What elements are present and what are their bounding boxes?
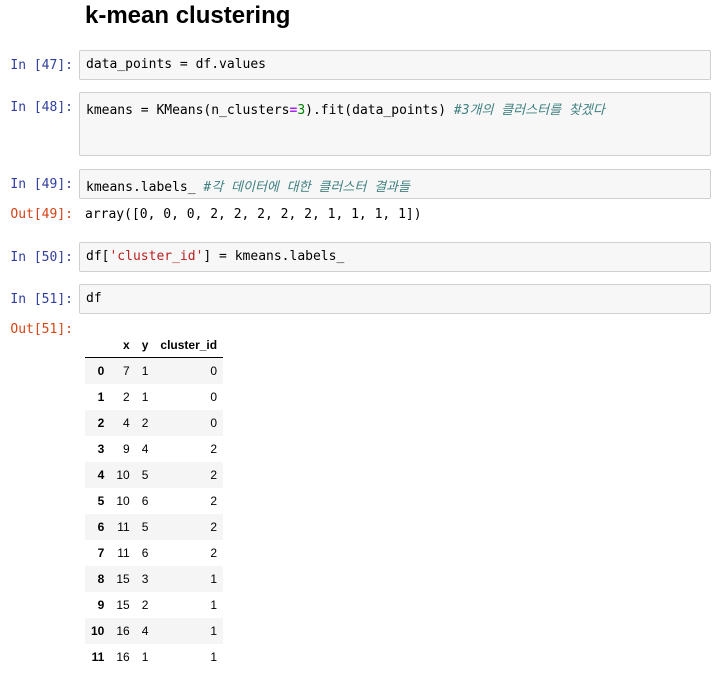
- column-header: [85, 333, 111, 358]
- input-prompt-51: In [51]:: [10, 292, 73, 307]
- dataframe-body: 0 7 1 0 1 2 1 0 2 4 2 0 3 9 4 2 4 10 5 2 5 10 6 2 6 11 5 2 7 11 6 2 8 15 3…: [85, 357, 224, 671]
- row-index: 7: [97, 546, 105, 560]
- code-cell-49[interactable]: kmeans.labels_ #각 데이터에 대한 클러스터 결과들: [79, 169, 711, 199]
- table-cell: 3: [141, 572, 149, 586]
- table-cell: 15: [116, 572, 130, 586]
- table-row: 3 94 2: [85, 436, 223, 462]
- table-row: 7 11 6 2: [85, 540, 223, 566]
- table-cell: 1: [210, 598, 218, 612]
- dataframe-table: x y cluster_id 0 7 1 0 1 2 1 0 2 4 2 0 3 9 4 2 4 10 5 2 5 10 6 2 6…: [85, 333, 224, 671]
- table-cell: 1: [141, 364, 149, 378]
- table-row: 5 10 6 2: [85, 488, 223, 514]
- table-cell: 15: [116, 598, 130, 612]
- row-index: 5: [97, 494, 105, 508]
- table-cell: 1: [210, 624, 218, 638]
- row-index: 2: [97, 416, 105, 430]
- column-header: y: [135, 333, 155, 358]
- code-token: kmeans.labels_: [86, 180, 204, 195]
- row-index: 10: [91, 624, 105, 638]
- table-row: 4 10 5 2: [85, 462, 224, 488]
- row-index: 3: [97, 442, 105, 456]
- input-prompt-48: In [48]:: [10, 100, 73, 115]
- row-index: 8: [97, 572, 105, 586]
- table-cell: 2: [141, 416, 149, 430]
- table-row: 11 16 1 1: [85, 644, 223, 670]
- table-cell: 6: [141, 546, 149, 560]
- table-cell: 2: [210, 442, 218, 456]
- code-cell-48[interactable]: kmeans = KMeans(n_clusters=3).fit(data_p…: [79, 92, 711, 156]
- table-cell: 2: [141, 598, 149, 612]
- table-cell: 2: [210, 546, 218, 560]
- input-prompt-50: In [50]:: [10, 250, 73, 265]
- table-cell: 5: [141, 520, 149, 534]
- code-cell-50[interactable]: df['cluster_id'] = kmeans.labels_: [79, 242, 711, 272]
- output-array-49: array([0, 0, 0, 2, 2, 2, 2, 2, 1, 1, 1, …: [85, 207, 422, 222]
- table-cell: 4: [141, 624, 149, 638]
- table-cell: 2: [210, 468, 218, 482]
- table-cell: 11: [117, 546, 130, 560]
- output-prompt-51: Out[51]:: [10, 322, 73, 337]
- table-row: 2420: [85, 410, 224, 436]
- row-index: 1: [97, 390, 105, 404]
- table-cell: 16: [116, 650, 130, 664]
- table-cell: 4: [123, 416, 130, 430]
- input-prompt-47: In [47]:: [10, 58, 73, 73]
- table-cell: 2: [210, 520, 218, 534]
- row-index: 11: [91, 650, 105, 664]
- notebook-heading: k-mean clustering: [85, 2, 291, 29]
- code-cell-47[interactable]: data_points = df.values: [79, 50, 711, 80]
- code-token: ] = kmeans.labels_: [203, 249, 345, 264]
- table-cell: 2: [210, 494, 218, 508]
- table-cell: 1: [141, 650, 149, 664]
- code-cell-51[interactable]: df: [79, 284, 711, 314]
- code-token: kmeans = KMeans(n_clusters: [86, 103, 290, 118]
- table-cell: 11: [117, 520, 130, 534]
- row-index: 0: [97, 364, 105, 378]
- code-token: ).fit(data_points): [305, 103, 454, 118]
- code-token: 'cluster_id': [109, 249, 204, 264]
- column-header: x: [110, 333, 136, 358]
- table-cell: 1: [141, 390, 149, 404]
- table-cell: 16: [116, 624, 130, 638]
- row-index: 4: [97, 468, 105, 482]
- table-cell: 1: [210, 572, 218, 586]
- code-token: df: [86, 291, 102, 306]
- input-prompt-49: In [49]:: [10, 177, 73, 192]
- code-token: data_points = df.values: [86, 57, 267, 72]
- row-index: 6: [97, 520, 105, 534]
- code-token: #각 데이터에 대한 클러스터 결과들: [203, 180, 410, 195]
- table-cell: 0: [210, 364, 218, 378]
- table-cell: 4: [141, 442, 149, 456]
- table-row: 0 71 0: [85, 357, 224, 384]
- table-row: 1210: [85, 384, 223, 410]
- row-index: 9: [97, 598, 105, 612]
- table-row: 9 15 2 1: [85, 592, 223, 618]
- column-header: cluster_id: [154, 333, 224, 358]
- table-cell: 6: [141, 494, 149, 508]
- table-cell: 0: [210, 416, 218, 430]
- code-token: df[: [86, 249, 110, 264]
- table-cell: 10: [116, 494, 130, 508]
- table-row: 10 16 4 1: [85, 618, 224, 644]
- output-prompt-49: Out[49]:: [10, 207, 73, 222]
- table-cell: 5: [141, 468, 149, 482]
- table-row: 6 11 5 2: [85, 514, 224, 540]
- table-row: 8 15 3 1: [85, 566, 224, 592]
- table-cell: 2: [123, 390, 130, 404]
- code-token: 3: [297, 103, 306, 118]
- table-cell: 1: [210, 650, 218, 664]
- table-cell: 7: [123, 364, 130, 378]
- table-cell: 10: [116, 468, 130, 482]
- table-cell: 9: [123, 442, 130, 456]
- dataframe-header-row: x y cluster_id: [85, 333, 224, 358]
- table-cell: 0: [210, 390, 218, 404]
- code-token: #3개의 클러스터를 찾겠다: [453, 103, 605, 118]
